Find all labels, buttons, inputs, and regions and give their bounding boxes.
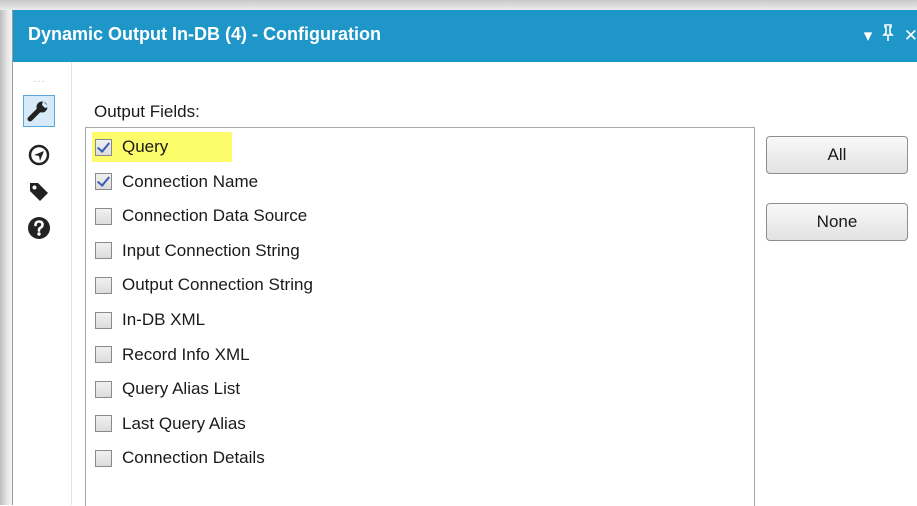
wrench-icon <box>27 101 49 122</box>
field-label: Connection Name <box>122 171 259 191</box>
tags-tab[interactable] <box>23 176 55 208</box>
list-item[interactable]: Connection Details <box>92 443 265 473</box>
list-item[interactable]: Input Connection String <box>92 236 300 266</box>
navigate-icon <box>28 144 50 166</box>
dropdown-icon[interactable]: ▾ <box>864 26 873 46</box>
pin-icon[interactable] <box>882 24 894 46</box>
field-label: Input Connection String <box>122 240 300 260</box>
field-label: Output Connection String <box>122 275 313 295</box>
list-item[interactable]: Connection Name <box>92 167 258 197</box>
field-checkbox[interactable] <box>95 346 112 364</box>
select-all-button[interactable]: All <box>766 136 908 174</box>
window-title: Dynamic Output In-DB (4) - Configuration <box>28 24 381 44</box>
field-checkbox[interactable] <box>95 173 112 191</box>
field-checkbox[interactable] <box>95 138 112 156</box>
list-item[interactable]: Record Info XML <box>92 340 250 370</box>
list-item[interactable]: Last Query Alias <box>92 409 246 439</box>
list-item[interactable]: Output Connection String <box>92 270 313 300</box>
title-bar: Dynamic Output In-DB (4) - Configuration… <box>13 10 917 62</box>
list-item[interactable]: Query <box>92 132 233 162</box>
grip-handle[interactable]: ··· <box>33 76 46 87</box>
field-checkbox[interactable] <box>95 415 112 433</box>
field-label: Connection Details <box>122 448 265 468</box>
annotation-tab[interactable] <box>23 139 55 171</box>
field-label: Record Info XML <box>122 344 250 364</box>
field-label: Connection Data Source <box>122 206 308 226</box>
output-fields-list[interactable]: Query Connection Name Connection Data Sour… <box>85 127 755 506</box>
list-item[interactable]: Connection Data Source <box>92 201 307 231</box>
close-icon[interactable]: ✕ <box>904 26 917 46</box>
list-item[interactable]: Query Alias List <box>92 374 240 404</box>
field-label: Query <box>122 137 169 156</box>
select-none-button[interactable]: None <box>766 203 908 241</box>
help-tab[interactable] <box>23 212 55 244</box>
tag-icon <box>30 183 48 201</box>
help-icon <box>28 217 50 239</box>
field-checkbox[interactable] <box>95 242 112 260</box>
configuration-tab[interactable] <box>23 95 55 127</box>
field-checkbox[interactable] <box>95 449 112 467</box>
tool-strip: ··· <box>13 62 72 505</box>
field-label: Query Alias List <box>122 379 241 399</box>
list-item[interactable]: In-DB XML <box>92 305 205 335</box>
output-fields-label: Output Fields: <box>94 102 200 121</box>
window-shadow-top <box>0 0 917 10</box>
window-shadow-left <box>0 0 12 505</box>
field-label: Last Query Alias <box>122 413 246 433</box>
field-checkbox[interactable] <box>95 311 112 329</box>
title-bar-controls: ▾ ✕ <box>859 24 917 46</box>
field-checkbox[interactable] <box>95 380 112 398</box>
field-checkbox[interactable] <box>95 207 112 225</box>
field-checkbox[interactable] <box>95 276 112 294</box>
field-label: In-DB XML <box>122 310 206 329</box>
configuration-window: Dynamic Output In-DB (4) - Configuration… <box>12 10 917 506</box>
